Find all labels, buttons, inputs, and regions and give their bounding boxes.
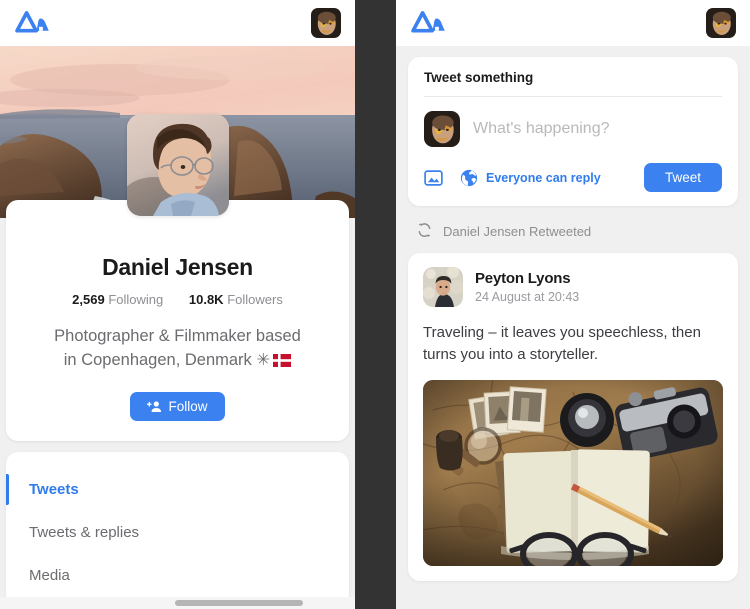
- tab-tweets-label: Tweets: [29, 481, 79, 498]
- followers-stat[interactable]: 10.8K Followers: [189, 292, 283, 307]
- horizontal-scrollbar[interactable]: [0, 597, 355, 609]
- compose-tweet-card: Tweet something What's happening? Everyo…: [408, 57, 738, 206]
- followers-count: 10.8K: [188, 292, 224, 307]
- profile-bio: Photographer & Filmmaker based in Copenh…: [24, 324, 331, 372]
- profile-tabs: Tweets Tweets & replies Media: [6, 452, 349, 607]
- follow-button-wrap: Follow: [24, 392, 331, 421]
- tweet-submit-button[interactable]: Tweet: [643, 163, 722, 192]
- tweet-media-image[interactable]: [423, 380, 723, 566]
- compose-input[interactable]: [473, 120, 722, 138]
- tweet-author-block: Peyton Lyons 24 August at 20:43: [475, 270, 579, 304]
- retweet-icon: [416, 222, 433, 241]
- tweet-author-avatar[interactable]: [423, 267, 463, 307]
- followers-label: Followers: [227, 292, 283, 307]
- profile-card: Daniel Jensen 2,569 Following 10.8K Foll…: [6, 114, 349, 441]
- page-title: Daniel Jensen: [102, 254, 253, 280]
- following-count: 2,569: [72, 292, 105, 307]
- tab-tweets-replies[interactable]: Tweets & replies: [6, 511, 349, 554]
- avatar[interactable]: [706, 8, 736, 38]
- bio-line-2-text: in Copenhagen, Denmark ✳: [63, 351, 271, 369]
- tab-tweets[interactable]: Tweets: [6, 468, 349, 511]
- reply-scope-label[interactable]: Everyone can reply: [486, 171, 601, 185]
- globe-icon[interactable]: [460, 169, 478, 187]
- denmark-flag-icon: [273, 350, 292, 367]
- tab-media[interactable]: Media: [6, 554, 349, 597]
- tweet-card[interactable]: Peyton Lyons 24 August at 20:43 Travelin…: [408, 253, 738, 581]
- follow-button[interactable]: Follow: [130, 392, 225, 421]
- tweet-timestamp: 24 August at 20:43: [475, 290, 580, 304]
- compose-title: Tweet something: [424, 70, 722, 97]
- mountain-logo-icon[interactable]: [410, 9, 450, 37]
- profile-stats: 2,569 Following 10.8K Followers: [24, 292, 331, 307]
- person-add-icon: [147, 400, 162, 413]
- image-icon[interactable]: [424, 169, 443, 187]
- right-top-bar: [396, 0, 750, 46]
- feed-panel: Tweet something What's happening? Everyo…: [396, 0, 750, 609]
- retweet-label: Daniel Jensen Retweeted: [443, 224, 592, 239]
- mountain-logo-icon[interactable]: [14, 9, 54, 37]
- tweet-header: Peyton Lyons 24 August at 20:43: [423, 267, 723, 307]
- app-screen: Daniel Jensen 2,569 Following 10.8K Foll…: [0, 0, 750, 609]
- tab-tweets-replies-label: Tweets & replies: [29, 524, 140, 541]
- tab-media-label: Media: [29, 567, 70, 584]
- retweet-banner: Daniel Jensen Retweeted: [408, 206, 738, 253]
- scrollbar-thumb[interactable]: [175, 600, 303, 606]
- profile-panel: Daniel Jensen 2,569 Following 10.8K Foll…: [0, 0, 355, 609]
- profile-avatar[interactable]: [126, 114, 229, 216]
- bio-line-2: in Copenhagen, Denmark ✳: [24, 348, 331, 372]
- tweet-author-name: Peyton Lyons: [475, 270, 571, 287]
- compose-input-row: [424, 97, 722, 163]
- avatar[interactable]: [311, 8, 341, 38]
- compose-avatar[interactable]: [424, 111, 460, 147]
- compose-actions: Everyone can reply Tweet: [424, 163, 722, 192]
- feed-scroll-area: Tweet something What's happening? Everyo…: [396, 46, 750, 609]
- tweet-body-text: Traveling – it leaves you speechless, th…: [423, 324, 701, 363]
- following-stat[interactable]: 2,569 Following: [72, 292, 163, 307]
- left-top-bar: [0, 0, 355, 46]
- following-label: Following: [108, 292, 164, 307]
- follow-button-label: Follow: [168, 399, 208, 414]
- panel-divider: [355, 0, 396, 609]
- bio-line-1: Photographer & Filmmaker based: [54, 327, 301, 345]
